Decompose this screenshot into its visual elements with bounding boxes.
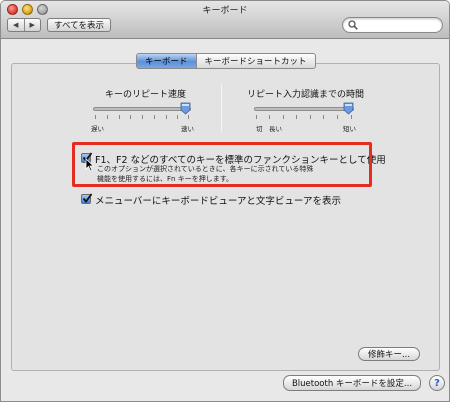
delay-until-repeat-slider-knob[interactable] (343, 102, 354, 115)
settings-panel (11, 63, 440, 371)
tab-bar: キーボード キーボードショートカット (136, 53, 316, 69)
tab-keyboard-shortcuts[interactable]: キーボードショートカット (195, 54, 315, 68)
modifier-keys-button[interactable]: 修飾キー... (358, 347, 420, 361)
search-field[interactable] (342, 17, 443, 33)
highlight-box (72, 142, 372, 187)
tab-keyboard[interactable]: キーボード (137, 54, 196, 68)
keyboard-viewer-label[interactable]: メニューバーにキーボードビューアと文字ビューアを表示 (95, 193, 341, 207)
window-title: キーボード (202, 6, 248, 16)
search-input[interactable] (360, 19, 438, 31)
delay-until-repeat-ticks (256, 115, 353, 120)
key-repeat-max-label: 速い (181, 125, 194, 133)
key-repeat-label: キーのリピート速度 (105, 90, 187, 100)
delay-short-label: 短い (343, 125, 356, 133)
delay-until-repeat-track[interactable] (254, 107, 354, 111)
magnifier-icon (348, 20, 358, 30)
titlebar: キーボード ◀ ▶ すべてを表示 (1, 1, 449, 39)
key-repeat-slider-knob[interactable] (180, 102, 191, 115)
delay-until-repeat-label: リピート入力認識までの時間 (247, 90, 365, 100)
forward-button[interactable]: ▶ (23, 19, 41, 31)
checkmark-icon (82, 193, 92, 203)
key-repeat-track[interactable] (93, 107, 191, 111)
delay-off-label: 切 (256, 125, 263, 133)
key-repeat-ticks (95, 115, 190, 120)
keyboard-viewer-checkbox[interactable] (81, 193, 92, 204)
help-button[interactable]: ? (429, 375, 445, 391)
show-all-button[interactable]: すべてを表示 (47, 18, 111, 32)
key-repeat-min-label: 遅い (91, 125, 104, 133)
delay-long-label: 長い (269, 125, 282, 133)
arrow-pointer-icon (85, 158, 95, 172)
bluetooth-keyboard-setup-button[interactable]: Bluetooth キーボードを設定... (283, 375, 421, 391)
preferences-window: キーボード ◀ ▶ すべてを表示 キーボード キーボードショートカット キーのリ… (0, 0, 450, 402)
back-forward-control: ◀ ▶ (7, 18, 41, 32)
slider-divider (221, 84, 222, 132)
back-button[interactable]: ◀ (8, 19, 24, 31)
